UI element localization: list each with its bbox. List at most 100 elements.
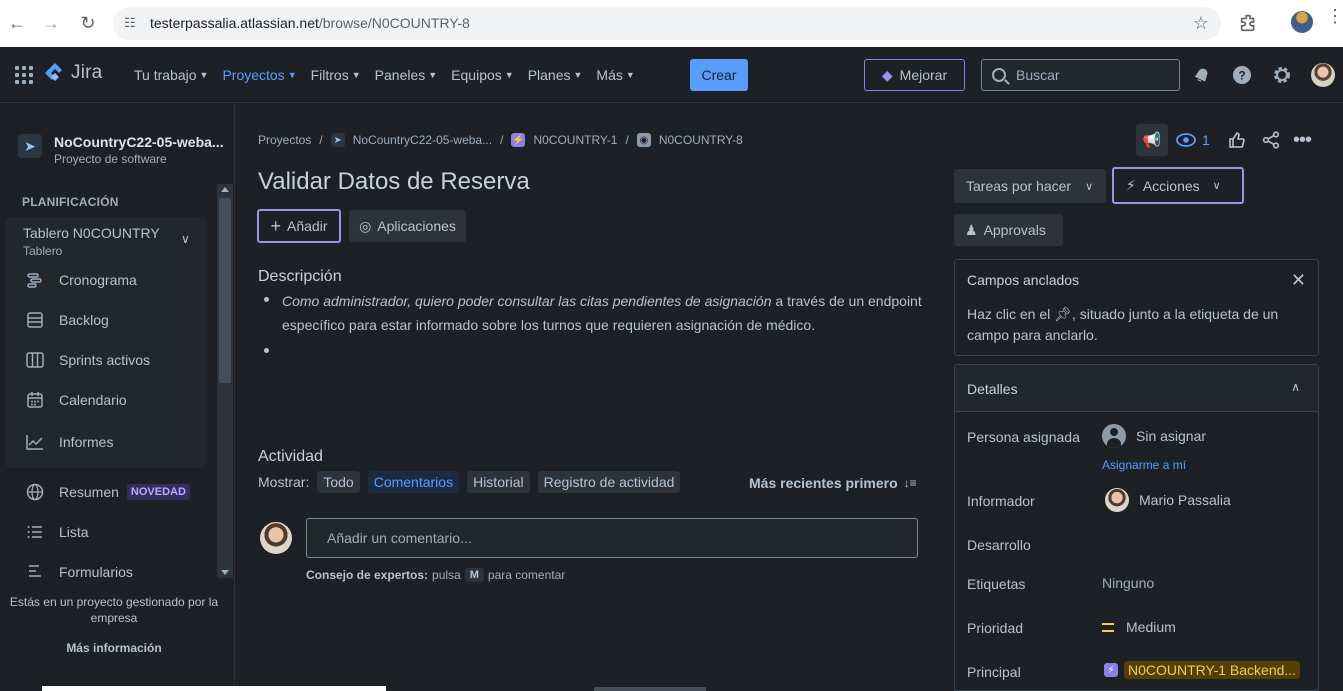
subtask-icon: ◉ [636,133,651,147]
upgrade-button[interactable]: ◆ Mejorar [864,59,965,91]
reporter-label: Informador [967,493,1035,509]
parent-field[interactable]: ⚡︎ N0COUNTRY-1 Backend... [1104,661,1301,679]
sidebar-item-label: Calendario [59,392,127,408]
show-label: Mostrar: [258,474,310,490]
menu-paneles[interactable]: Paneles ▼ [375,67,438,83]
sidebar-item-lista[interactable]: Lista [25,520,89,544]
filter-historial[interactable]: Historial [467,471,530,493]
notifications-icon[interactable] [1192,65,1212,85]
menu-tu-trabajo[interactable]: Tu trabajo ▼ [134,67,208,83]
settings-gear-icon[interactable] [1272,65,1292,85]
menu-equipos[interactable]: Equipos ▼ [451,67,514,83]
site-info-icon[interactable]: ☷ [124,15,140,31]
scrollbar-thumb[interactable] [219,198,231,383]
details-header[interactable]: Detalles ∧ [955,365,1318,412]
filter-todo[interactable]: Todo [317,471,360,493]
chevron-up-icon: ∧ [1291,380,1300,394]
breadcrumb-projects[interactable]: Proyectos [258,133,311,147]
rocket-icon: ➤ [330,133,345,147]
sidebar-item-resumen[interactable]: Resumen NOVEDAD [25,480,190,504]
sidebar-item-label: Cronograma [59,272,137,288]
assign-to-me-link[interactable]: Asignarme a mí [1102,458,1186,472]
search-placeholder: Buscar [1016,67,1060,83]
parent-tag[interactable]: N0COUNTRY-1 Backend... [1124,661,1301,679]
breadcrumb-separator: / [500,133,504,147]
scroll-down-arrow-icon[interactable] [221,570,229,575]
megaphone-icon[interactable]: 📢 [1136,124,1168,156]
priority-field[interactable]: Medium [1102,619,1176,635]
reload-icon[interactable]: ↻ [78,13,98,33]
horizontal-scrollbar-thumb[interactable] [594,687,706,691]
close-icon[interactable]: ✕ [1291,270,1306,291]
sidebar-scrollbar[interactable] [217,184,233,578]
create-button[interactable]: Crear [690,59,748,91]
activity-filter-bar: Mostrar: Todo Comentarios Historial Regi… [258,471,681,493]
chevron-down-icon: ∨ [1212,180,1221,192]
help-icon[interactable]: ? [1232,65,1252,85]
url-text: testerpassalia.atlassian.net/browse/N0CO… [150,15,470,31]
description-body[interactable]: Como administrador, quiero poder consult… [282,289,922,337]
sidebar-item-calendario[interactable]: Calendario [25,388,127,412]
timeline-icon [25,270,45,290]
menu-mas[interactable]: Más ▼ [596,67,634,83]
app-switcher-icon[interactable] [15,66,33,84]
sidebar-item-formularios[interactable]: Formularios [25,560,133,584]
project-header[interactable]: ➤ NoCountryC22-05-weba... Proyecto de so… [18,134,224,166]
more-actions-icon[interactable]: ••• [1293,128,1312,152]
comment-input[interactable]: Añadir un comentario... [306,518,918,558]
sidebar-item-cronograma[interactable]: Cronograma [25,268,137,292]
priority-label: Prioridad [967,620,1024,636]
menu-proyectos[interactable]: Proyectos ▼ [222,67,296,83]
filter-registro-actividad[interactable]: Registro de actividad [537,471,681,493]
menu-planes[interactable]: Planes ▼ [528,67,583,83]
breadcrumb-current[interactable]: N0COUNTRY-8 [659,133,743,147]
breadcrumb-project[interactable]: NoCountryC22-05-weba... [353,133,492,147]
watch-button[interactable]: 1 [1176,128,1210,152]
sidebar-item-sprints-activos[interactable]: Sprints activos [25,348,150,372]
labels-field[interactable]: Ninguno [1102,575,1154,591]
sidebar-item-label: Formularios [59,564,133,580]
board-selector[interactable]: Tablero N0COUNTRY Tablero [23,225,160,258]
back-icon[interactable]: ← [7,13,27,33]
sidebar-item-informes[interactable]: Informes [25,430,113,454]
person-check-icon: ♟ [965,221,978,238]
status-dropdown[interactable]: Tareas por hacer ∨ [954,169,1106,203]
apps-button[interactable]: ◎ Aplicaciones [349,210,466,242]
browser-profile-avatar[interactable] [1291,11,1313,33]
like-icon[interactable] [1228,128,1246,152]
extensions-icon[interactable] [1238,12,1260,34]
scroll-up-arrow-icon[interactable] [221,187,229,192]
chevron-down-icon[interactable]: ∨ [181,232,190,246]
unassigned-avatar-icon [1102,424,1126,448]
more-info-link[interactable]: Más información [0,641,228,655]
share-icon[interactable] [1262,128,1280,152]
bookmark-star-icon[interactable]: ☆ [1193,13,1209,34]
address-bar[interactable]: ☷ testerpassalia.atlassian.net/browse/N0… [113,7,1221,40]
horizontal-scrollbar[interactable] [42,686,386,691]
description-heading: Descripción [258,268,342,285]
watchers-count: 1 [1202,132,1210,148]
user-avatar[interactable] [1311,63,1335,87]
approvals-button[interactable]: ♟ Approvals [954,214,1063,246]
sort-order-button[interactable]: Más recientes primero ↓≡ [749,475,917,491]
filter-comentarios[interactable]: Comentarios [367,471,460,493]
jira-top-navigation: Jira Tu trabajo ▼ Proyectos ▼ Filtros ▼ Pan… [0,47,1343,103]
activity-heading: Actividad [258,448,323,465]
chevron-down-icon: ∨ [1085,180,1094,193]
breadcrumb-parent[interactable]: N0COUNTRY-1 [533,133,617,147]
avatar [1105,488,1129,512]
browser-menu-icon[interactable]: ⋮ [1326,7,1343,25]
actions-dropdown[interactable]: ⚡︎ Acciones ∨ [1112,167,1244,204]
menu-filtros[interactable]: Filtros ▼ [311,67,361,83]
issue-title[interactable]: Validar Datos de Reserva [258,168,530,196]
lightning-icon: ⚡︎ [1126,177,1136,193]
add-button[interactable]: + Añadir [257,209,341,243]
pro-tip: Consejo de expertos: pulsa Mpara comentar [306,568,566,582]
assignee-field[interactable]: Sin asignar [1102,424,1206,448]
forward-icon[interactable]: → [41,13,61,33]
jira-logo[interactable]: Jira [45,62,102,84]
sidebar-item-backlog[interactable]: Backlog [25,308,109,332]
reporter-field[interactable]: Mario Passalia [1105,488,1231,512]
search-input[interactable]: Buscar [981,59,1180,91]
sidebar-item-label: Sprints activos [59,352,151,368]
